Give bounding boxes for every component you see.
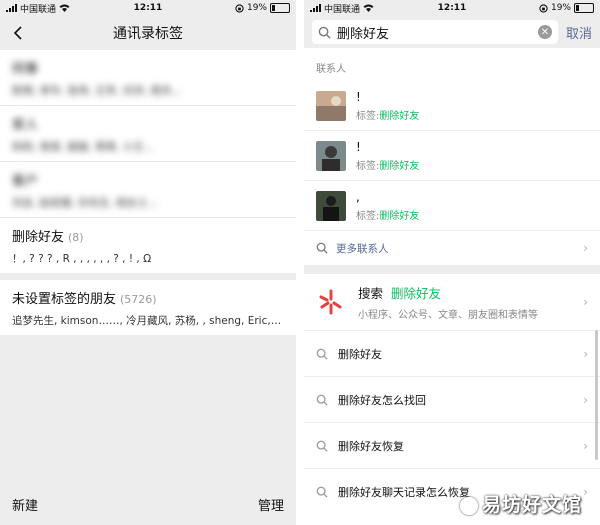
search-header: ✕ 取消 <box>304 16 600 48</box>
cancel-button[interactable]: 取消 <box>566 23 592 42</box>
wifi-icon <box>59 4 70 12</box>
tag-row-untagged[interactable]: 未设置标签的朋友 (5726) 追梦先生, kimson……, 冷月藏风, 苏杨,… <box>0 280 296 335</box>
page-title: 通讯录标签 <box>113 26 183 42</box>
contact-tag: 删除好友 <box>379 160 420 172</box>
search-icon <box>316 394 328 406</box>
back-chevron-icon[interactable] <box>10 24 28 42</box>
tag-row-delete-friends[interactable]: 删除好友 (8) ！, ? ? ? , R , , , , , , ? , ! ,… <box>0 218 296 273</box>
avatar <box>316 90 346 121</box>
battery-percent: 19% <box>550 3 571 13</box>
watermark-logo-icon <box>459 496 478 515</box>
tag-count: (8) <box>68 231 84 244</box>
chevron-right-icon: › <box>583 484 588 499</box>
search-screen: 中国联通 12:11 19% ✕ 取消 联系人 ! 标签:删除好友 ! 标签:删… <box>304 0 600 525</box>
chevron-right-icon: › <box>583 346 588 361</box>
tag-members: ！, ? ? ? , R , , , , , , ? , ! , Ω <box>12 253 152 265</box>
new-tag-button[interactable]: 新建 <box>12 495 38 514</box>
search-icon <box>316 486 328 498</box>
wifi-icon <box>363 4 374 12</box>
tag-name: 未设置标签的朋友 <box>12 292 117 307</box>
tag-group: 同事 陈明, 李华, 张伟, 王芳, 刘洋, 周杰... 家人 妈妈, 爸爸, … <box>0 50 296 273</box>
tag-name: 删除好友 <box>12 230 65 245</box>
search-icon <box>316 348 328 360</box>
tag-members: 追梦先生, kimson……, 冷月藏风, 苏杨, , sheng, Eric,… <box>12 315 282 327</box>
chevron-right-icon: › <box>583 438 588 453</box>
contact-result[interactable]: ! 标签:删除好友 <box>304 131 600 181</box>
battery-icon <box>270 3 290 13</box>
avatar <box>316 140 346 171</box>
wechat-search-logo-icon <box>319 289 342 315</box>
carrier: 中国联通 <box>6 2 70 15</box>
nav-bar: 通讯录标签 <box>0 16 296 50</box>
rotation-lock-icon <box>539 3 548 13</box>
section-title-contacts: 联系人 <box>304 48 600 81</box>
tag-count: (5726) <box>120 293 157 306</box>
chevron-right-icon: › <box>583 295 588 309</box>
scrollbar[interactable] <box>595 330 598 460</box>
search-icon <box>316 440 328 452</box>
tag-row-blurred-2[interactable]: 家人 妈妈, 爸爸, 姐姐, 哥哥, 小王... <box>0 106 296 162</box>
status-bar: 中国联通 12:11 19% <box>304 0 600 16</box>
avatar <box>316 190 346 221</box>
clear-icon[interactable]: ✕ <box>537 25 552 39</box>
more-contacts-link[interactable]: 更多联系人 › <box>304 231 600 265</box>
battery-icon <box>574 3 594 13</box>
signal-icon <box>310 4 321 12</box>
contact-name: ! <box>356 89 361 104</box>
contact-name: ! <box>356 139 361 154</box>
contact-tag: 删除好友 <box>379 110 420 122</box>
search-icon <box>318 26 331 39</box>
contact-tag: 删除好友 <box>379 210 420 222</box>
signal-icon <box>6 4 17 12</box>
chevron-right-icon: › <box>583 392 588 407</box>
suggestion-row[interactable]: 删除好友 › <box>304 331 600 377</box>
status-bar: 中国联通 12:11 19% <box>0 0 296 16</box>
contact-result[interactable]: , 标签:删除好友 <box>304 181 600 231</box>
search-web-row[interactable]: 搜索 删除好友 小程序、公众号、文章、朋友圈和表情等 › <box>304 274 600 331</box>
suggestion-row[interactable]: 删除好友怎么找回 › <box>304 377 600 423</box>
bottom-toolbar: 新建 管理 <box>0 483 296 525</box>
battery-percent: 19% <box>246 3 267 13</box>
suggestion-row[interactable]: 删除好友恢复 › <box>304 423 600 469</box>
tag-list-screen: 中国联通 12:11 19% 通讯录标签 同事 陈明, 李华, 张伟, 王芳, … <box>0 0 296 525</box>
rotation-lock-icon <box>235 3 244 13</box>
chevron-right-icon: › <box>583 241 588 255</box>
search-icon <box>316 242 328 254</box>
search-input[interactable] <box>337 24 532 40</box>
tag-row-blurred-1[interactable]: 同事 陈明, 李华, 张伟, 王芳, 刘洋, 周杰... <box>0 50 296 106</box>
tag-row-blurred-3[interactable]: 客户 刘总, 赵经理, 孙先生, 钱女士... <box>0 162 296 218</box>
contact-result[interactable]: ! 标签:删除好友 <box>304 81 600 131</box>
search-box[interactable]: ✕ <box>312 20 558 44</box>
watermark: 易坊好文馆 <box>459 490 582 517</box>
contact-name: , <box>356 189 360 204</box>
manage-button[interactable]: 管理 <box>258 495 284 514</box>
